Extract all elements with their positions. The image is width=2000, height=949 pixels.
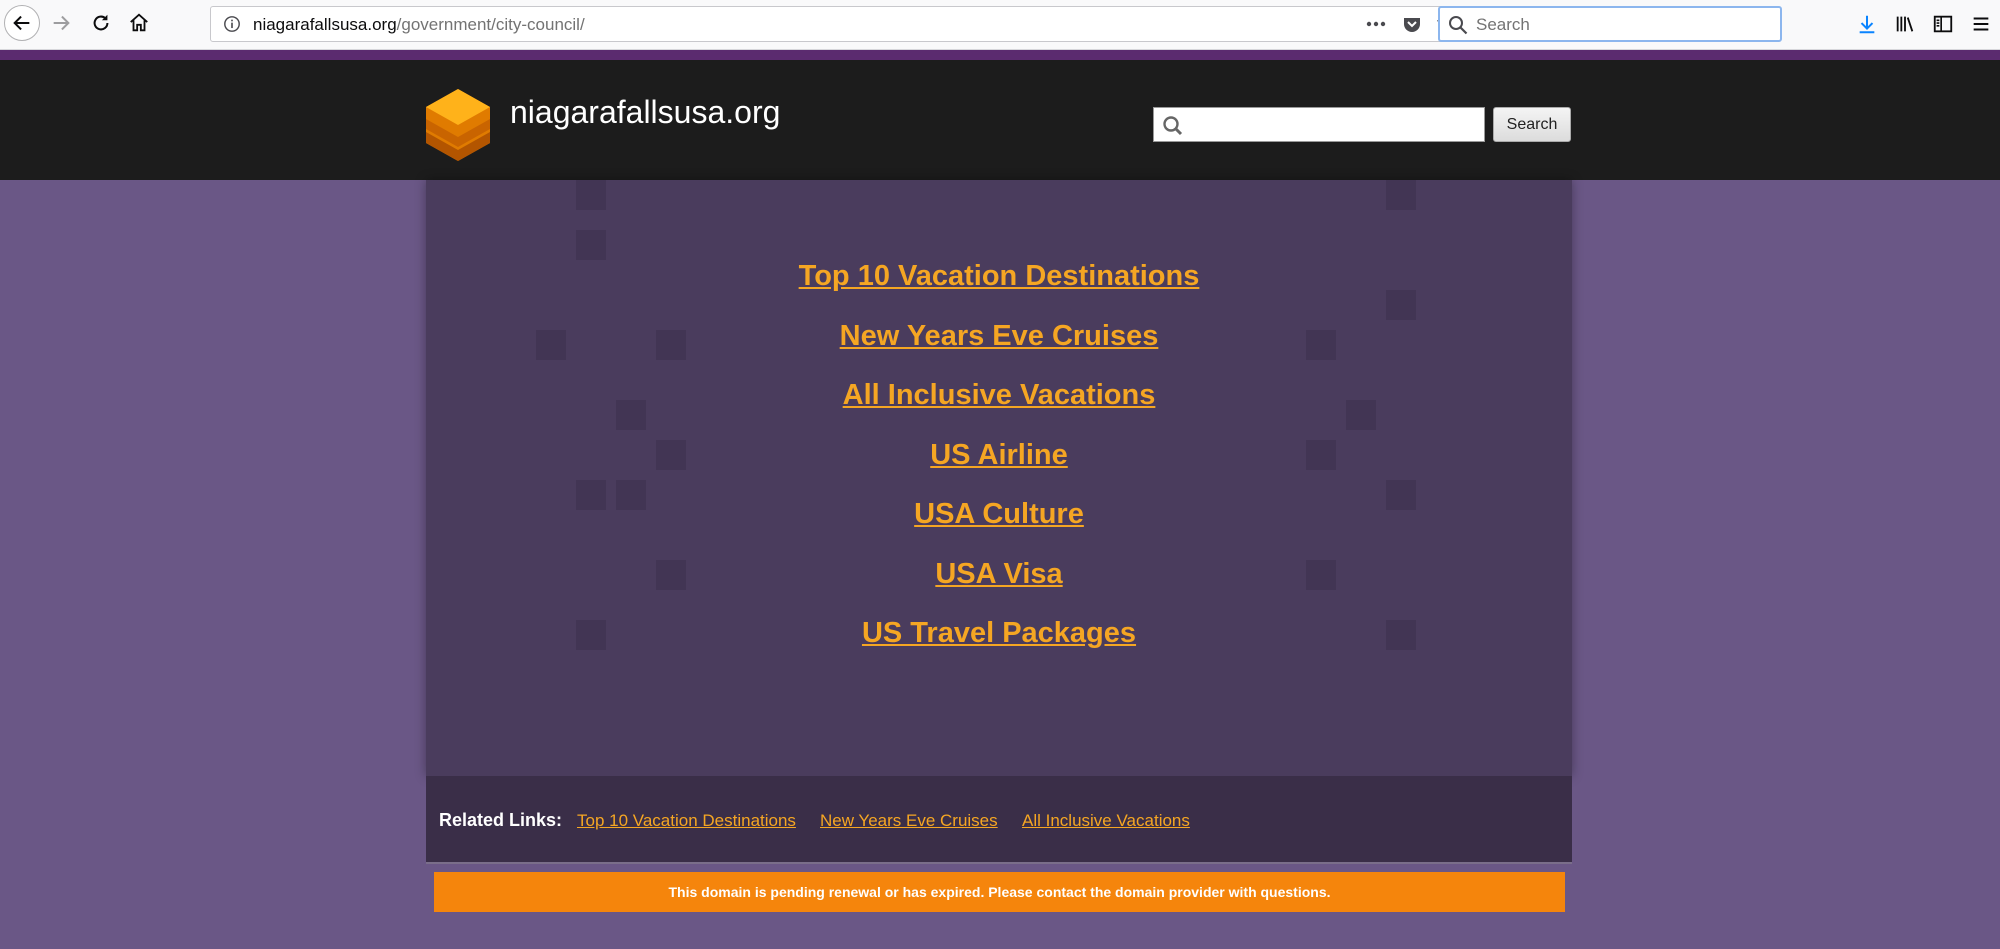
library-button[interactable] bbox=[1886, 6, 1924, 42]
toolbar-icons bbox=[1848, 6, 2000, 42]
link-new-years-eve-cruises[interactable]: New Years Eve Cruises bbox=[426, 319, 1572, 379]
url-path: /government/city-council/ bbox=[396, 15, 585, 34]
main-content: Top 10 Vacation Destinations New Years E… bbox=[426, 180, 1572, 776]
site-search-input[interactable] bbox=[1188, 112, 1482, 139]
related-links-label: Related Links: bbox=[439, 810, 563, 830]
related-link-all-inclusive[interactable]: All Inclusive Vacations bbox=[1022, 811, 1190, 831]
downloads-button[interactable] bbox=[1848, 6, 1886, 42]
site-search-button[interactable]: Search bbox=[1493, 107, 1571, 142]
url-text: niagarafallsusa.org/government/city-coun… bbox=[253, 15, 585, 35]
home-icon bbox=[130, 13, 148, 32]
search-icon bbox=[1163, 116, 1183, 136]
browser-search-input[interactable] bbox=[1474, 12, 1768, 38]
link-usa-culture[interactable]: USA Culture bbox=[426, 497, 1572, 557]
back-button[interactable] bbox=[4, 5, 40, 41]
featured-links: Top 10 Vacation Destinations New Years E… bbox=[426, 259, 1572, 676]
domain-expired-notice: This domain is pending renewal or has ex… bbox=[434, 872, 1565, 912]
site-search-field[interactable] bbox=[1153, 107, 1485, 142]
reload-button[interactable] bbox=[84, 6, 118, 40]
link-top-10-vacation-destinations[interactable]: Top 10 Vacation Destinations bbox=[426, 259, 1572, 319]
search-icon bbox=[1449, 16, 1468, 35]
home-button[interactable] bbox=[122, 6, 156, 40]
decorative-tile bbox=[1386, 180, 1416, 210]
url-domain: niagarafallsusa.org bbox=[253, 15, 397, 34]
related-link-new-years-eve[interactable]: New Years Eve Cruises bbox=[820, 811, 998, 831]
pocket-icon[interactable] bbox=[1401, 13, 1423, 35]
related-links-bar: Related Links: Top 10 Vacation Destinati… bbox=[426, 776, 1572, 864]
forward-button[interactable] bbox=[44, 6, 78, 40]
decorative-tile bbox=[576, 180, 606, 210]
download-icon bbox=[1859, 15, 1875, 34]
info-icon[interactable] bbox=[223, 15, 241, 33]
url-bar[interactable]: niagarafallsusa.org/government/city-coun… bbox=[210, 6, 1470, 42]
related-link-top-10[interactable]: Top 10 Vacation Destinations bbox=[577, 811, 796, 831]
arrow-left-icon bbox=[13, 15, 30, 31]
link-us-airline[interactable]: US Airline bbox=[426, 438, 1572, 498]
decorative-tile bbox=[576, 230, 606, 260]
browser-toolbar: niagarafallsusa.org/government/city-coun… bbox=[0, 0, 2000, 50]
menu-button[interactable] bbox=[1962, 6, 2000, 42]
browser-search-bar[interactable] bbox=[1438, 6, 1782, 42]
more-actions-icon[interactable] bbox=[1365, 13, 1387, 35]
link-all-inclusive-vacations[interactable]: All Inclusive Vacations bbox=[426, 378, 1572, 438]
link-usa-visa[interactable]: USA Visa bbox=[426, 557, 1572, 617]
library-icon bbox=[1896, 16, 1914, 32]
site-title[interactable]: niagarafallsusa.org bbox=[510, 94, 780, 131]
site-header: niagarafallsusa.org Search bbox=[0, 60, 2000, 180]
reload-icon bbox=[93, 14, 109, 31]
link-us-travel-packages[interactable]: US Travel Packages bbox=[426, 616, 1572, 676]
top-stripe bbox=[0, 50, 2000, 60]
sidebar-icon bbox=[1933, 15, 1953, 33]
cube-logo-icon[interactable] bbox=[424, 87, 492, 162]
arrow-right-icon bbox=[53, 15, 70, 31]
sidebar-button[interactable] bbox=[1924, 6, 1962, 42]
hamburger-menu-icon bbox=[1973, 17, 1989, 31]
